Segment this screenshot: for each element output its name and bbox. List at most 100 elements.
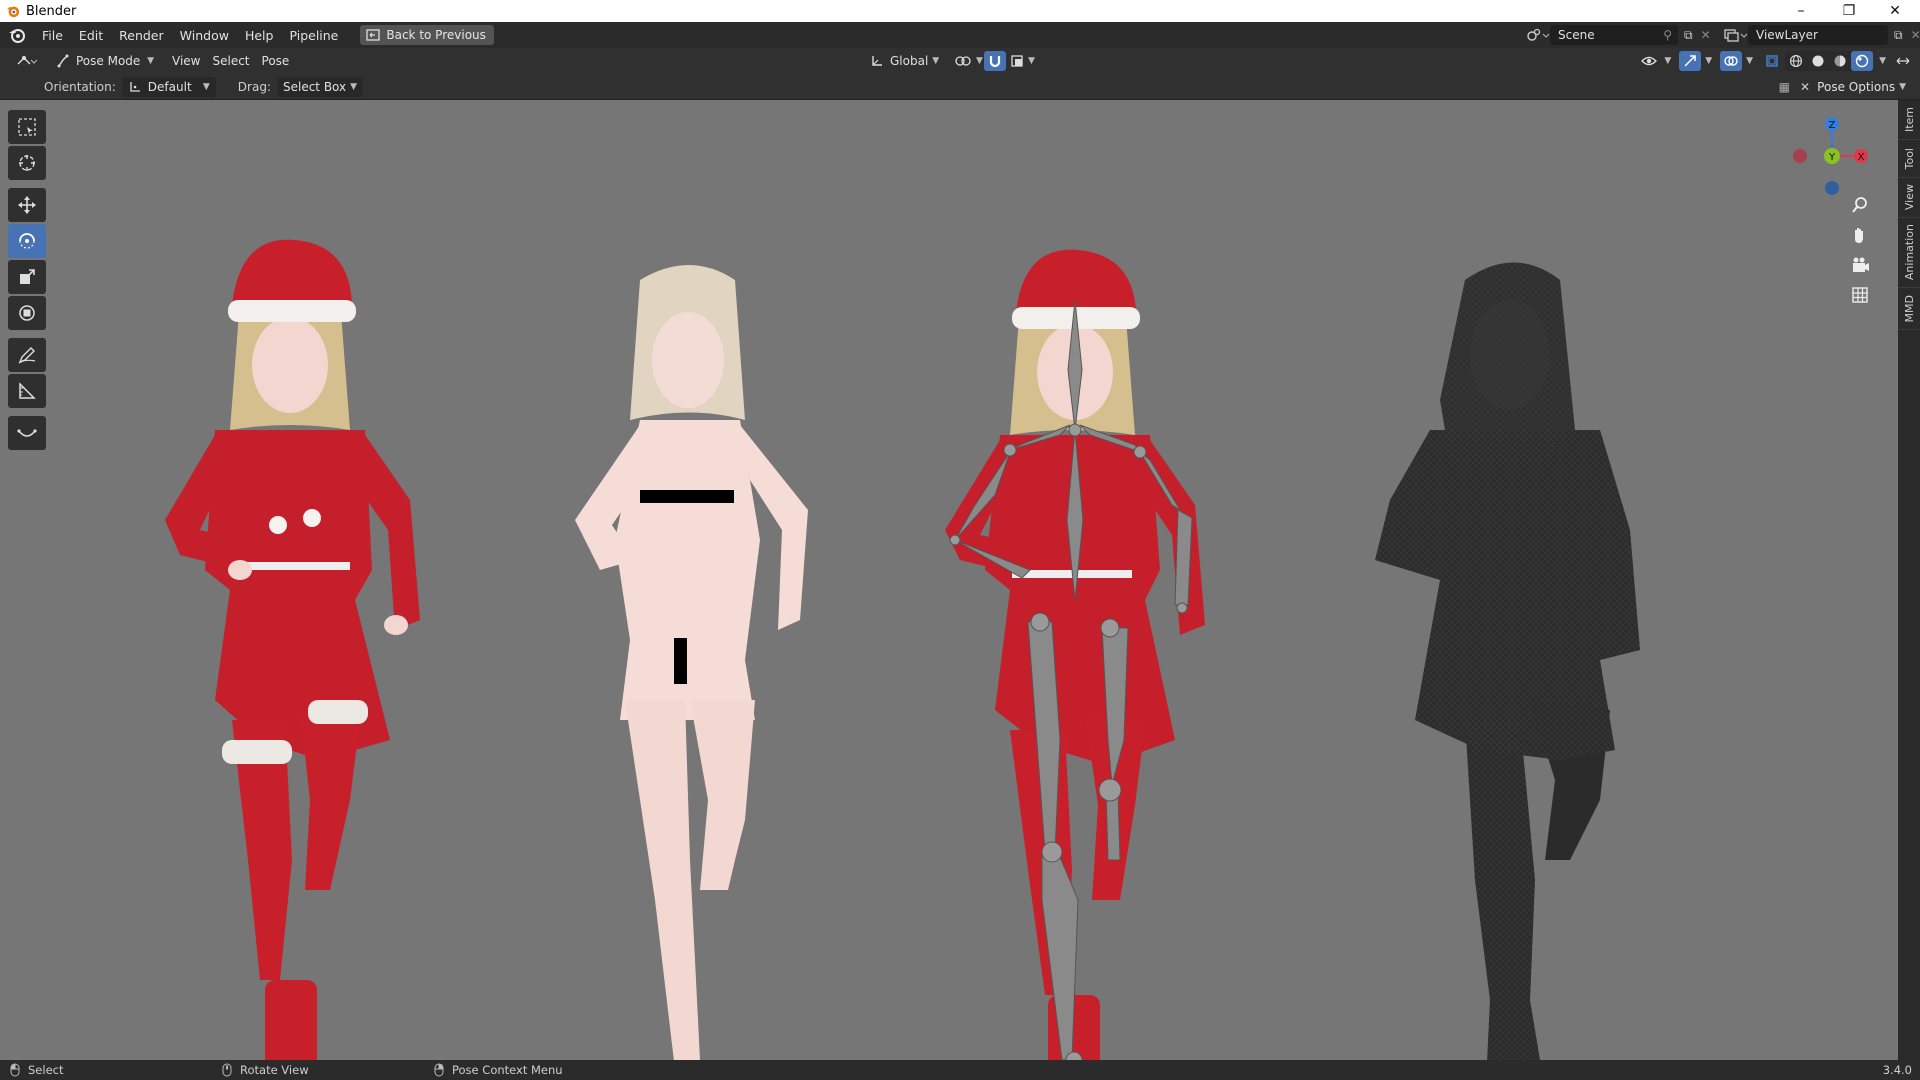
chevron-down-icon[interactable]: ▼ xyxy=(1879,56,1886,66)
gizmo-neg-z-axis[interactable] xyxy=(1825,181,1839,195)
pin-icon[interactable]: ⚲ xyxy=(1663,28,1672,42)
minimize-icon[interactable]: – xyxy=(1778,0,1824,22)
solid-shading-button[interactable] xyxy=(1807,51,1829,71)
navigation-gizmo[interactable]: Z Y X xyxy=(1775,106,1875,196)
version-label: 3.4.0 xyxy=(1882,1063,1912,1077)
material-shading-button[interactable] xyxy=(1829,51,1851,71)
pose-options-dropdown[interactable]: Pose Options ▼ xyxy=(1811,76,1912,97)
snap-target-dropdown[interactable]: ▼ xyxy=(1004,51,1041,71)
orientation-value: Default xyxy=(147,79,192,94)
menu-view[interactable]: View xyxy=(166,51,206,71)
view-layer-name: ViewLayer xyxy=(1756,28,1818,42)
visibility-toggle[interactable] xyxy=(1638,51,1660,71)
eye-icon xyxy=(1641,56,1658,66)
show-gizmo-toggle[interactable] xyxy=(1679,51,1702,71)
scene-selector[interactable]: Scene ⚲ ⧉ ✕ xyxy=(1526,24,1711,46)
character-with-armature[interactable] xyxy=(945,249,1205,1060)
xray-toggle[interactable] xyxy=(1761,51,1783,71)
drag-label: Drag: xyxy=(237,79,271,94)
menu-pose[interactable]: Pose xyxy=(256,51,296,71)
character-wireframe[interactable] xyxy=(1375,262,1640,1061)
blender-menu-icon[interactable] xyxy=(8,26,26,44)
mode-dropdown[interactable]: Pose Mode ▼ xyxy=(50,51,160,71)
3d-viewport[interactable]: Z Y X Item Tool View Animation MMD xyxy=(0,100,1920,1060)
remove-scene-icon[interactable]: ✕ xyxy=(1701,28,1711,42)
mirror-options-icon[interactable]: ▦ xyxy=(1779,80,1790,94)
view-layer-selector[interactable]: ViewLayer ⧉ ✕ xyxy=(1722,24,1920,46)
pivot-point-dropdown[interactable]: ▼ xyxy=(948,51,989,71)
ortho-toggle-button[interactable] xyxy=(1845,280,1875,310)
drag-value: Select Box xyxy=(282,79,347,94)
cursor-tool[interactable] xyxy=(8,146,46,180)
status-bar: Select Rotate View Pose Context Menu 3.4… xyxy=(0,1060,1920,1080)
measure-tool[interactable] xyxy=(8,374,46,408)
view-layer-name-field[interactable]: ViewLayer xyxy=(1748,25,1888,45)
back-to-previous-label: Back to Previous xyxy=(386,28,486,42)
move-tool[interactable] xyxy=(8,188,46,222)
menu-edit[interactable]: Edit xyxy=(71,28,111,43)
annotate-tool[interactable] xyxy=(8,338,46,372)
menu-select[interactable]: Select xyxy=(206,51,255,71)
snap-toggle[interactable] xyxy=(984,51,1006,71)
rotate-tool[interactable] xyxy=(8,224,46,258)
new-scene-icon[interactable]: ⧉ xyxy=(1684,28,1693,43)
chevron-down-icon: ▼ xyxy=(1899,81,1906,92)
pan-view-button[interactable] xyxy=(1845,220,1875,250)
chevron-down-icon[interactable]: ▼ xyxy=(1705,56,1712,66)
menu-file[interactable]: File xyxy=(34,28,71,43)
orientation-dropdown[interactable]: Default ▼ xyxy=(121,76,216,97)
menu-window[interactable]: Window xyxy=(172,28,237,43)
chevron-down-icon[interactable]: ▼ xyxy=(1746,56,1753,66)
editor-type-button[interactable] xyxy=(10,51,44,71)
sidebar-arrows-icon xyxy=(1896,57,1910,65)
chevron-down-icon: ▼ xyxy=(202,81,210,92)
menu-help[interactable]: Help xyxy=(237,28,282,43)
hand-icon xyxy=(1855,228,1863,243)
close-options-icon[interactable]: ✕ xyxy=(1800,80,1810,94)
scene-name: Scene xyxy=(1558,28,1595,42)
wireframe-shading-button[interactable] xyxy=(1785,51,1807,71)
transform-icon xyxy=(19,305,35,321)
new-view-layer-icon[interactable]: ⧉ xyxy=(1894,28,1903,43)
status-context-label: Pose Context Menu xyxy=(452,1063,563,1077)
close-window-icon[interactable]: ✕ xyxy=(1872,0,1918,22)
tab-item[interactable]: Item xyxy=(1898,100,1920,140)
tab-view[interactable]: View xyxy=(1898,178,1920,218)
viewport-display-controls: ▼ ▼ ▼ ▼ xyxy=(1638,48,1920,74)
chevron-down-icon[interactable]: ▼ xyxy=(1664,56,1671,66)
back-screen-icon xyxy=(366,29,381,41)
transform-tool[interactable] xyxy=(8,296,46,330)
toggle-sidebar-button[interactable] xyxy=(1892,51,1914,71)
blender-logo-icon xyxy=(6,6,20,18)
scale-tool[interactable] xyxy=(8,260,46,294)
menu-pipeline[interactable]: Pipeline xyxy=(281,28,346,43)
show-overlays-toggle[interactable] xyxy=(1720,51,1743,71)
chevron-down-icon: ▼ xyxy=(976,56,983,66)
relax-pose-tool[interactable] xyxy=(8,416,46,450)
select-box-tool[interactable] xyxy=(8,110,46,144)
move-arrows-icon xyxy=(18,196,36,214)
gizmo-z-label: Z xyxy=(1829,120,1836,131)
character-base-body[interactable] xyxy=(575,265,808,1060)
transform-orientation-dropdown[interactable]: Global ▼ xyxy=(864,51,945,71)
default-orientation-icon xyxy=(130,81,140,92)
menu-render[interactable]: Render xyxy=(111,28,172,43)
mode-label: Pose Mode xyxy=(76,54,141,68)
remove-view-layer-icon[interactable]: ✕ xyxy=(1911,28,1920,42)
tool-settings-bar: Orientation: Default ▼ Drag: Select Box … xyxy=(0,74,1920,100)
tab-animation[interactable]: Animation xyxy=(1898,218,1920,288)
rendered-shading-button[interactable] xyxy=(1851,51,1874,71)
camera-view-button[interactable] xyxy=(1845,250,1875,280)
pivot-link-icon xyxy=(955,56,971,66)
restore-icon[interactable]: ❐ xyxy=(1826,0,1872,22)
tab-mmd[interactable]: MMD xyxy=(1898,288,1920,330)
gizmo-neg-x-axis[interactable] xyxy=(1793,149,1807,163)
tab-tool[interactable]: Tool xyxy=(1898,140,1920,178)
drag-dropdown[interactable]: Select Box ▼ xyxy=(276,76,364,97)
scene-name-field[interactable]: Scene ⚲ xyxy=(1550,25,1678,45)
orientation-axes-icon xyxy=(872,56,882,66)
back-to-previous-button[interactable]: Back to Previous xyxy=(360,25,494,45)
zoom-view-button[interactable] xyxy=(1845,190,1875,220)
mouse-middle-icon xyxy=(222,1063,232,1077)
character-santa-outfit[interactable] xyxy=(165,239,420,1060)
